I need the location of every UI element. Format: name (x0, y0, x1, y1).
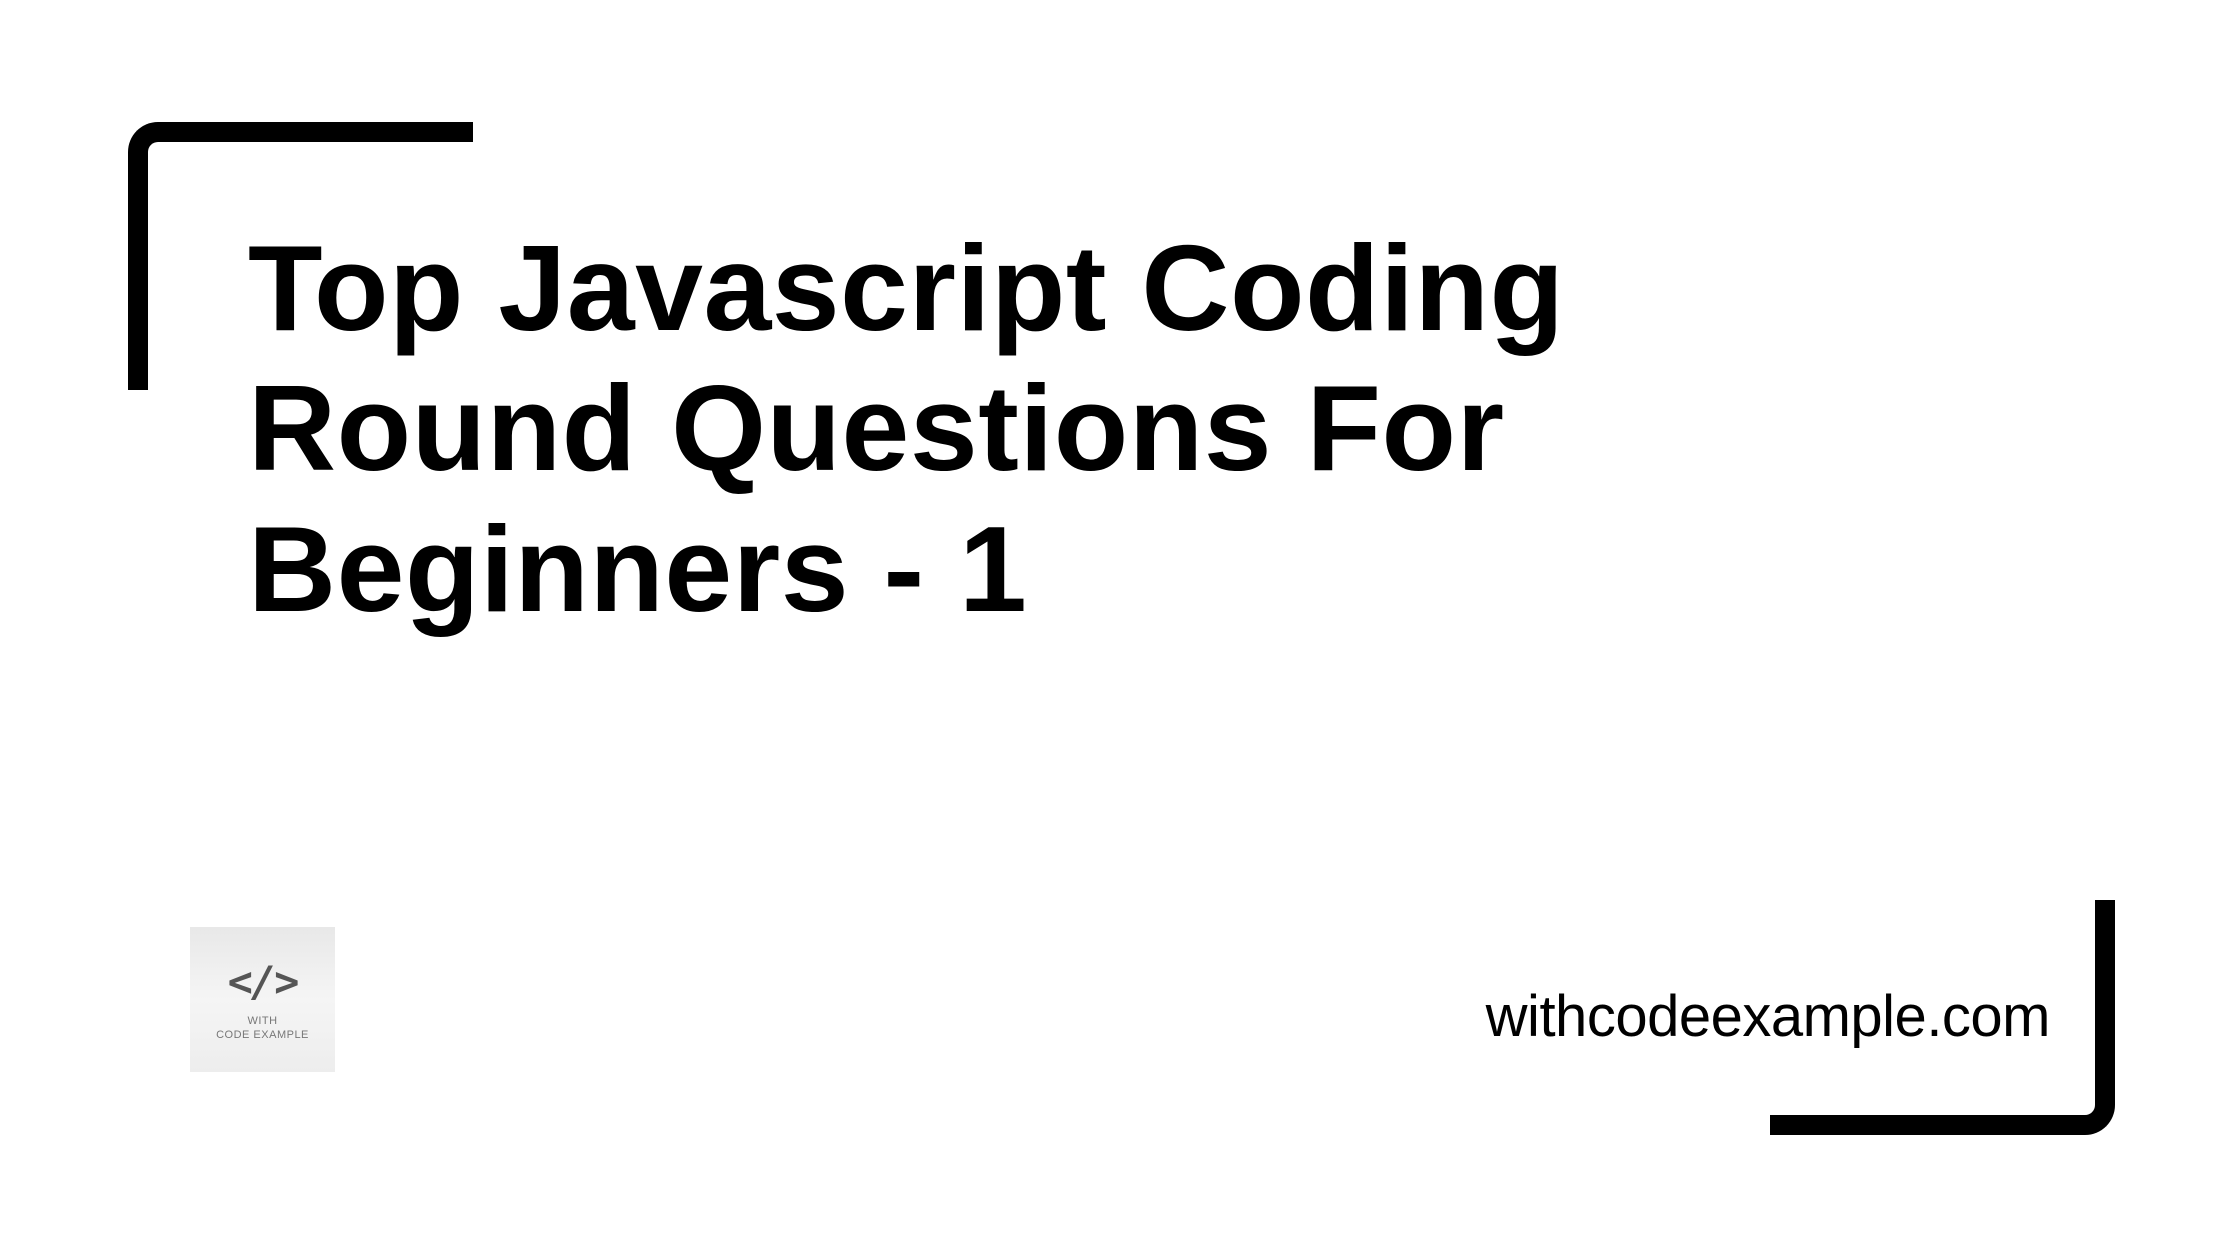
logo-text-line2: CODE EXAMPLE (216, 1029, 309, 1041)
website-url: withcodeexample.com (1486, 983, 2050, 1050)
logo-text-line1: WITH (247, 1015, 277, 1027)
code-icon: </> (228, 957, 298, 1006)
slide-title: Top Javascript Coding Round Questions Fo… (248, 218, 1948, 639)
logo-text: WITH CODE EXAMPLE (216, 1014, 309, 1043)
brand-logo: </> WITH CODE EXAMPLE (190, 927, 335, 1072)
